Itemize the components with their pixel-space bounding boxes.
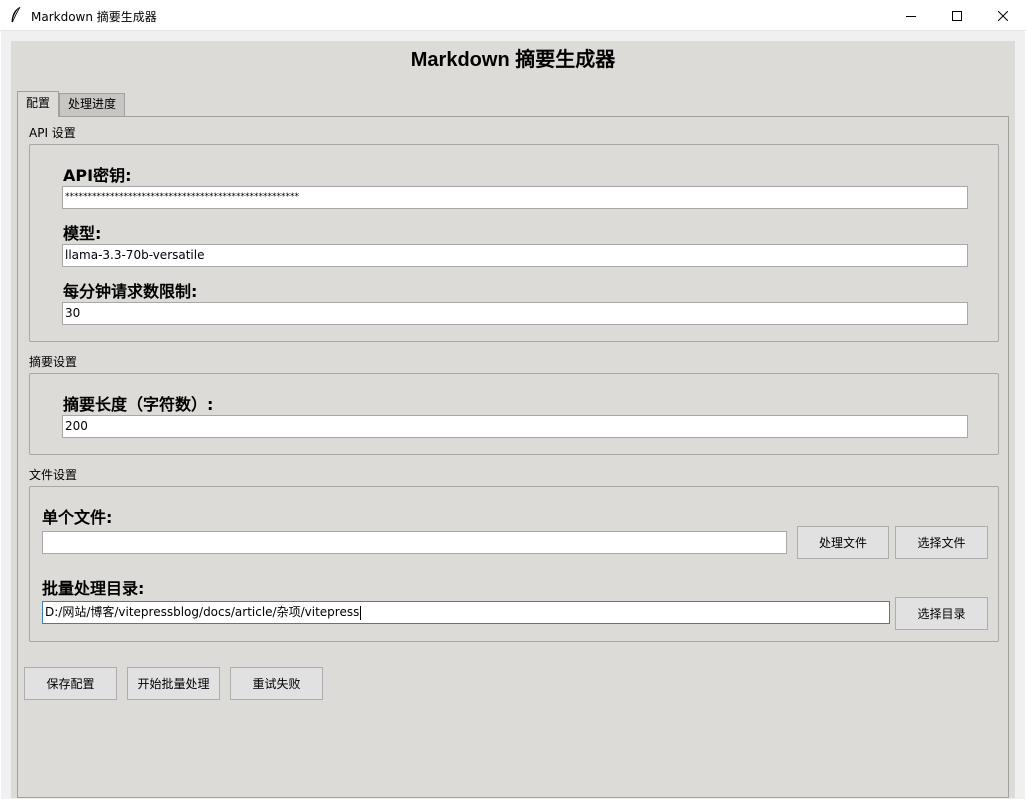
maximize-button[interactable] xyxy=(934,0,980,31)
select-file-button[interactable]: 选择文件 xyxy=(895,526,988,559)
save-config-button[interactable]: 保存配置 xyxy=(24,667,117,700)
api-key-input[interactable]: ****************************************… xyxy=(62,186,968,209)
window-titlebar: Markdown 摘要生成器 xyxy=(0,0,1026,31)
process-file-button[interactable]: 处理文件 xyxy=(797,526,889,559)
text-caret xyxy=(360,605,362,620)
start-batch-button[interactable]: 开始批量处理 xyxy=(127,667,220,700)
retry-failed-button[interactable]: 重试失败 xyxy=(230,667,323,700)
summary-length-input[interactable]: 200 xyxy=(62,415,968,438)
single-file-input[interactable] xyxy=(42,531,787,554)
batch-dir-label: 批量处理目录: xyxy=(42,579,145,598)
tab-config[interactable]: 配置 xyxy=(17,91,59,117)
file-settings-label: 文件设置 xyxy=(29,468,78,482)
main-frame: Markdown 摘要生成器 配置 处理进度 API 设置 API密钥: ***… xyxy=(11,41,1015,798)
select-dir-button[interactable]: 选择目录 xyxy=(895,597,988,630)
file-settings-group: 单个文件: 处理文件 选择文件 批量处理目录: D:/网站/博客/vitepre… xyxy=(29,486,999,642)
single-file-label: 单个文件: xyxy=(42,508,113,527)
rate-limit-input[interactable]: 30 xyxy=(62,302,968,325)
api-settings-group: API密钥: *********************************… xyxy=(29,144,999,342)
api-key-label: API密钥: xyxy=(63,166,132,185)
summary-settings-group: 摘要长度（字符数）: 200 xyxy=(29,373,999,455)
window-title: Markdown 摘要生成器 xyxy=(31,10,157,24)
summary-settings-label: 摘要设置 xyxy=(29,355,78,369)
minimize-button[interactable] xyxy=(888,0,934,31)
api-settings-label: API 设置 xyxy=(29,126,76,140)
summary-length-label: 摘要长度（字符数）: xyxy=(63,395,214,414)
model-input[interactable]: llama-3.3-70b-versatile xyxy=(62,244,968,267)
close-button[interactable] xyxy=(980,0,1026,31)
batch-dir-input[interactable]: D:/网站/博客/vitepressblog/docs/article/杂项/v… xyxy=(42,601,890,624)
rate-limit-label: 每分钟请求数限制: xyxy=(63,282,198,301)
batch-dir-value: D:/网站/博客/vitepressblog/docs/article/杂项/v… xyxy=(45,605,360,619)
config-panel: API 设置 API密钥: **************************… xyxy=(17,116,1009,798)
tab-progress[interactable]: 处理进度 xyxy=(59,93,125,117)
window-client-area: Markdown 摘要生成器 配置 处理进度 API 设置 API密钥: ***… xyxy=(1,31,1025,799)
app-title: Markdown 摘要生成器 xyxy=(410,49,616,71)
feather-icon xyxy=(9,6,23,24)
model-label: 模型: xyxy=(63,224,102,243)
